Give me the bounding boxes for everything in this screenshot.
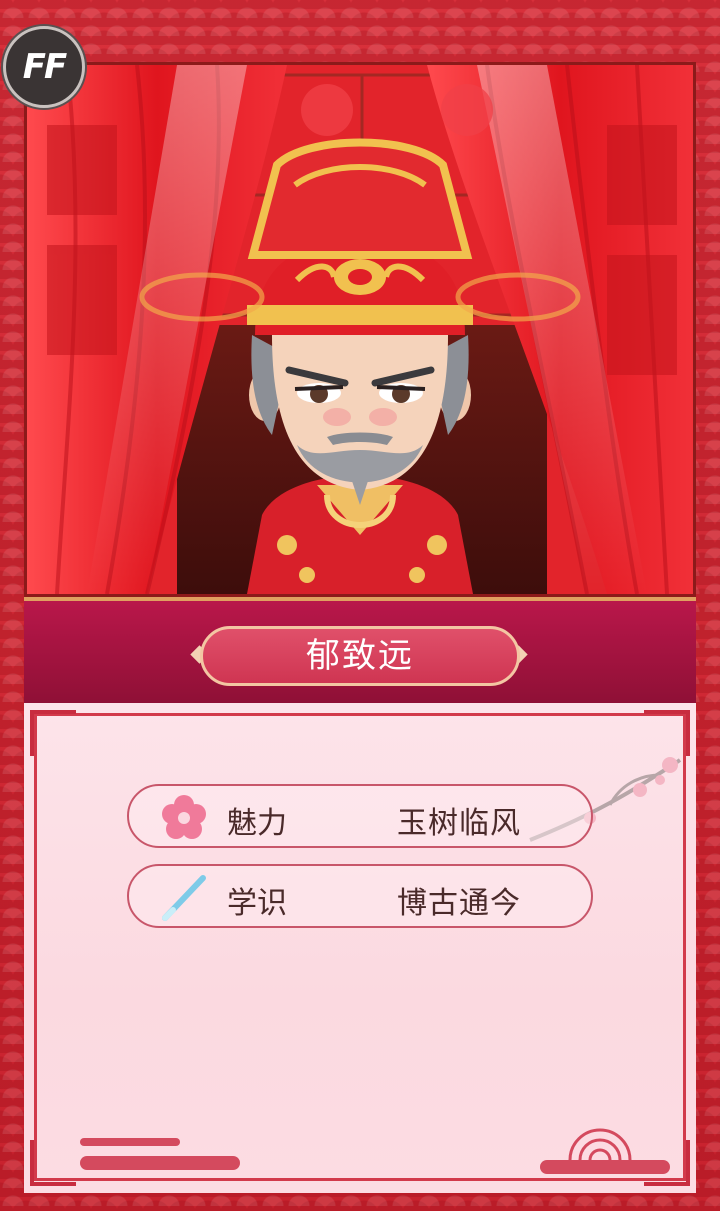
character-name: 郁致远 <box>200 626 520 686</box>
wave-arc-decoration <box>540 1128 670 1174</box>
stat-value-knowledge: 博古通今 <box>397 886 521 921</box>
character-portrait <box>24 62 696 597</box>
ff-badge-button[interactable]: FF <box>3 26 85 108</box>
stat-label-knowledge: 学识 <box>227 886 287 921</box>
brush-icon <box>162 875 206 921</box>
corner-ornament-tl <box>30 710 76 756</box>
cloud-stripe-decoration <box>80 1138 240 1170</box>
stat-row-charm: 魅力 玉树临风 <box>127 784 593 848</box>
plum-blossom-icon <box>162 795 206 839</box>
badge-label: FF <box>22 47 67 87</box>
stat-label-charm: 魅力 <box>227 806 287 841</box>
stat-value-charm: 玉树临风 <box>397 806 521 841</box>
stat-row-knowledge: 学识 博古通今 <box>127 864 593 928</box>
